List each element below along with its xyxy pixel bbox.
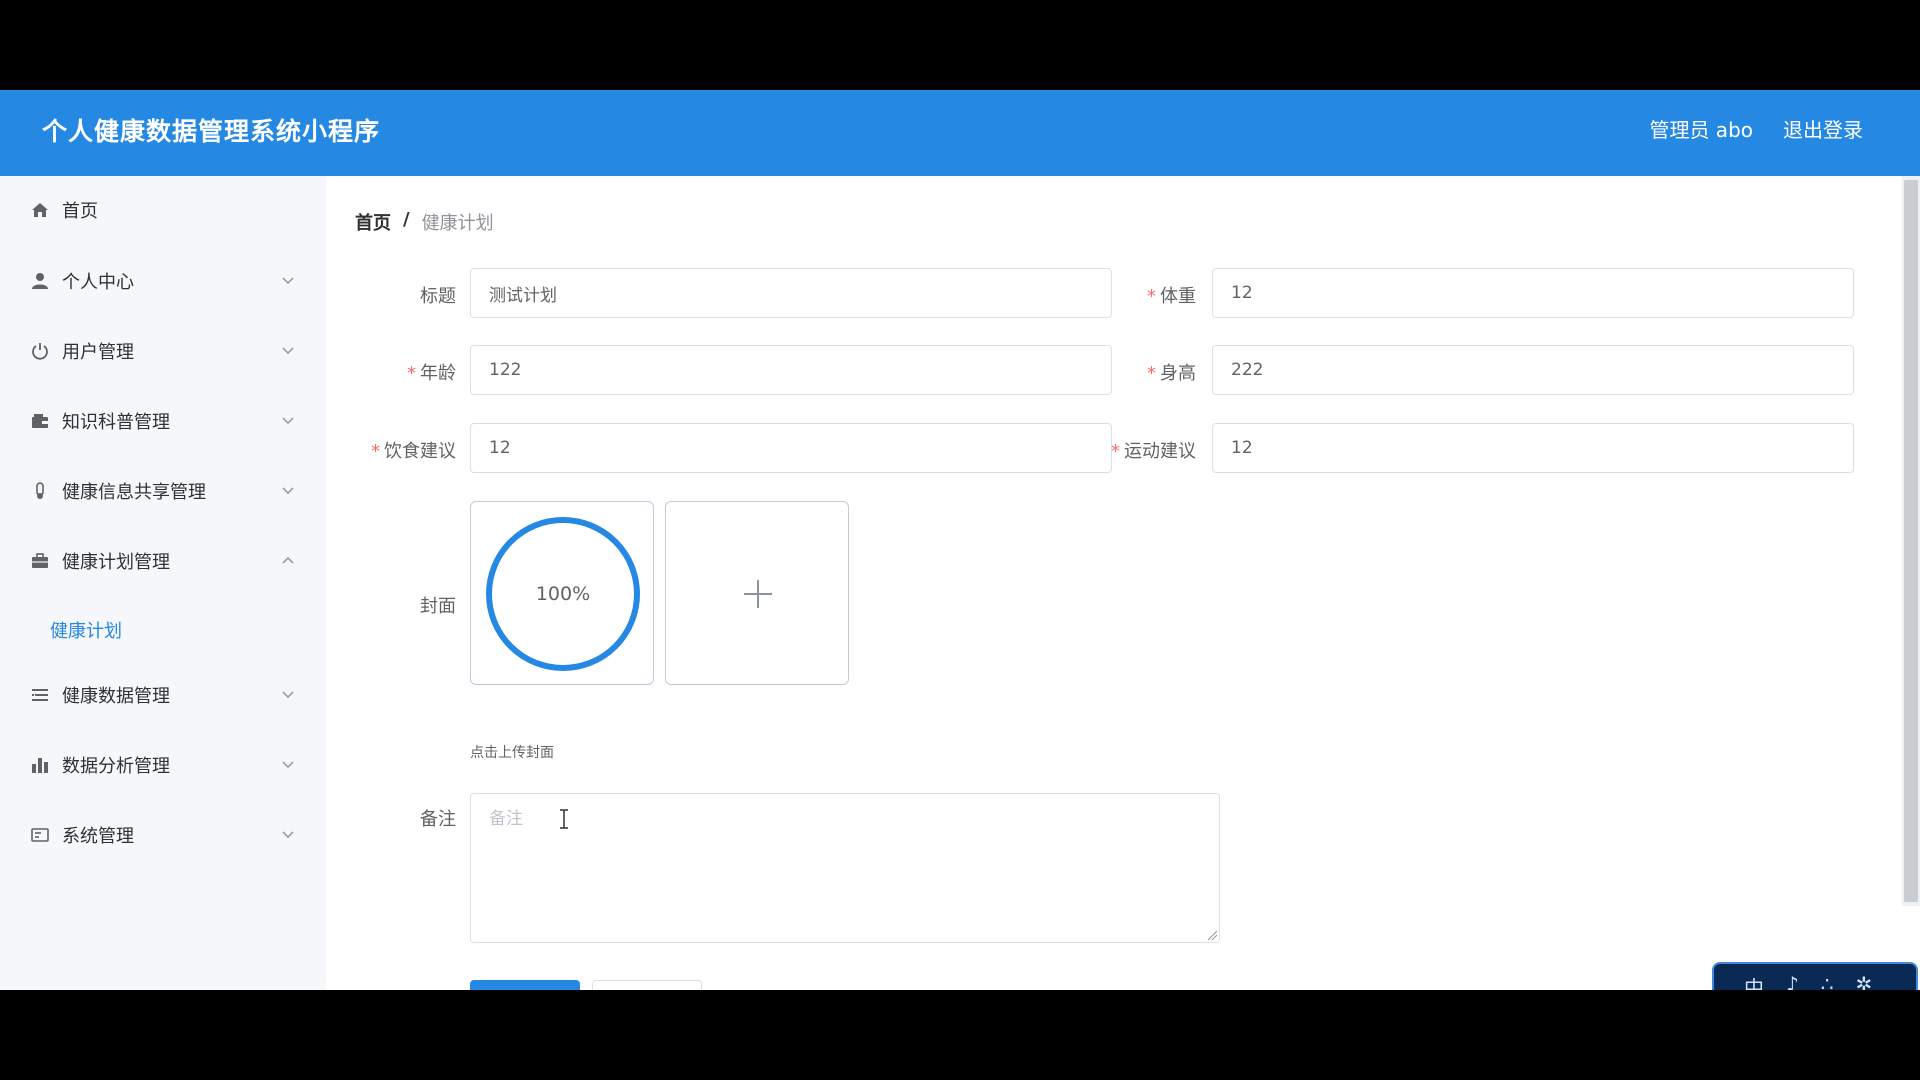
- sidebar-item-label: 个人中心: [62, 272, 134, 293]
- sidebar-item-home[interactable]: 首页: [0, 182, 326, 238]
- bar-chart-icon: [30, 755, 50, 775]
- remark-textarea[interactable]: 备注: [470, 793, 1220, 943]
- sidebar-item-health-data-management[interactable]: 健康数据管理: [0, 667, 326, 723]
- main-content: 首页 / 健康计划 标题 测试计划 * 体重 12 * 年龄 122 * 身高 222…: [326, 176, 1900, 990]
- height-input[interactable]: 222: [1212, 345, 1854, 395]
- title-input[interactable]: 测试计划: [470, 268, 1112, 318]
- sidebar-item-label: 数据分析管理: [62, 756, 170, 777]
- breadcrumb-separator: /: [403, 209, 410, 230]
- thermometer-icon: [30, 481, 50, 501]
- remark-label: 备注: [326, 805, 456, 831]
- upload-add-button[interactable]: [665, 501, 849, 685]
- wallet-icon: [30, 411, 50, 431]
- admin-user-label[interactable]: 管理员 abo: [1649, 114, 1753, 143]
- breadcrumb-home[interactable]: 首页: [355, 209, 391, 235]
- sidebar-item-label: 知识科普管理: [62, 412, 170, 433]
- chevron-down-icon: [282, 347, 294, 355]
- breadcrumb-current: 健康计划: [421, 213, 494, 234]
- app-title: 个人健康数据管理系统小程序: [42, 117, 381, 146]
- power-icon: [30, 341, 50, 361]
- list-icon: [30, 685, 50, 705]
- age-label-text: 年龄: [420, 363, 456, 384]
- remark-label-text: 备注: [420, 809, 456, 830]
- ime-punctuation-icon[interactable]: ♪: [1786, 972, 1799, 990]
- progress-text: 100%: [535, 583, 591, 605]
- sidebar-item-health-plan-management[interactable]: 健康计划管理: [0, 533, 326, 589]
- submit-button[interactable]: [470, 980, 580, 990]
- resize-handle-icon[interactable]: [1206, 929, 1218, 941]
- scrollbar-thumb[interactable]: [1904, 180, 1918, 902]
- app-window: 个人健康数据管理系统小程序 管理员 abo 退出登录 首页 个人中心 用户管理: [0, 90, 1920, 990]
- sidebar-item-user-management[interactable]: 用户管理: [0, 323, 326, 379]
- plus-icon: [744, 580, 772, 608]
- sidebar: 首页 个人中心 用户管理 知识科普管理 健康信息共享管理 健康计划管理 健康计划…: [0, 176, 326, 990]
- title-label-text: 标题: [420, 286, 456, 307]
- height-label-text: 身高: [1160, 363, 1196, 384]
- sidebar-item-label: 用户管理: [62, 342, 134, 363]
- diet-label-text: 饮食建议: [384, 441, 456, 462]
- sidebar-item-personal-center[interactable]: 个人中心: [0, 253, 326, 309]
- briefcase-icon: [30, 551, 50, 571]
- sidebar-item-label: 健康信息共享管理: [62, 482, 206, 503]
- required-mark: *: [1147, 286, 1156, 307]
- breadcrumb: 首页 / 健康计划: [355, 209, 494, 235]
- age-label: * 年龄: [326, 359, 456, 385]
- weight-label-text: 体重: [1160, 286, 1196, 307]
- sidebar-item-data-analysis[interactable]: 数据分析管理: [0, 737, 326, 793]
- sidebar-item-health-info-sharing[interactable]: 健康信息共享管理: [0, 463, 326, 519]
- chevron-up-icon: [282, 556, 294, 564]
- ime-toolbar[interactable]: 中 ♪ ∴ ✲: [1712, 962, 1918, 990]
- sidebar-item-label: 健康数据管理: [62, 686, 170, 707]
- sidebar-item-system-management[interactable]: 系统管理: [0, 807, 326, 863]
- age-input[interactable]: 122: [470, 345, 1112, 395]
- cover-label: 封面: [326, 592, 456, 618]
- required-mark: *: [371, 441, 380, 462]
- diet-label: * 饮食建议: [326, 437, 456, 463]
- sidebar-item-knowledge-management[interactable]: 知识科普管理: [0, 393, 326, 449]
- scrollbar[interactable]: [1902, 176, 1920, 906]
- required-mark: *: [1147, 363, 1156, 384]
- ime-dots-icon[interactable]: ∴: [1821, 972, 1834, 990]
- title-label: 标题: [326, 282, 456, 308]
- exercise-label: * 运动建议: [1066, 437, 1196, 463]
- height-label: * 身高: [1066, 359, 1196, 385]
- chevron-down-icon: [282, 691, 294, 699]
- uploaded-cover-progress[interactable]: 100%: [470, 501, 654, 685]
- chevron-down-icon: [282, 277, 294, 285]
- cover-label-text: 封面: [420, 596, 456, 617]
- required-mark: *: [407, 363, 416, 384]
- home-icon: [30, 200, 50, 220]
- ime-settings-icon[interactable]: ✲: [1856, 972, 1873, 990]
- exercise-input[interactable]: 12: [1212, 423, 1854, 473]
- sidebar-item-label: 健康计划管理: [62, 552, 170, 573]
- weight-label: * 体重: [1066, 282, 1196, 308]
- cancel-button[interactable]: [592, 980, 702, 990]
- header-actions: 管理员 abo 退出登录: [1649, 114, 1863, 143]
- sidebar-item-label: 系统管理: [62, 826, 134, 847]
- ime-mode[interactable]: 中: [1744, 972, 1764, 990]
- top-header: 个人健康数据管理系统小程序 管理员 abo 退出登录: [0, 90, 1920, 176]
- upload-tip: 点击上传封面: [470, 745, 554, 761]
- chevron-down-icon: [282, 487, 294, 495]
- sidebar-item-label: 首页: [62, 201, 98, 222]
- chevron-down-icon: [282, 831, 294, 839]
- settings-card-icon: [30, 825, 50, 845]
- weight-input[interactable]: 12: [1212, 268, 1854, 318]
- required-mark: *: [1111, 441, 1120, 462]
- exercise-label-text: 运动建议: [1124, 441, 1196, 462]
- chevron-down-icon: [282, 417, 294, 425]
- user-icon: [30, 271, 50, 291]
- text-cursor-icon: [560, 809, 568, 829]
- chevron-down-icon: [282, 761, 294, 769]
- diet-input[interactable]: 12: [470, 423, 1112, 473]
- logout-button[interactable]: 退出登录: [1783, 114, 1863, 143]
- sidebar-subitem-health-plan[interactable]: 健康计划: [50, 617, 122, 643]
